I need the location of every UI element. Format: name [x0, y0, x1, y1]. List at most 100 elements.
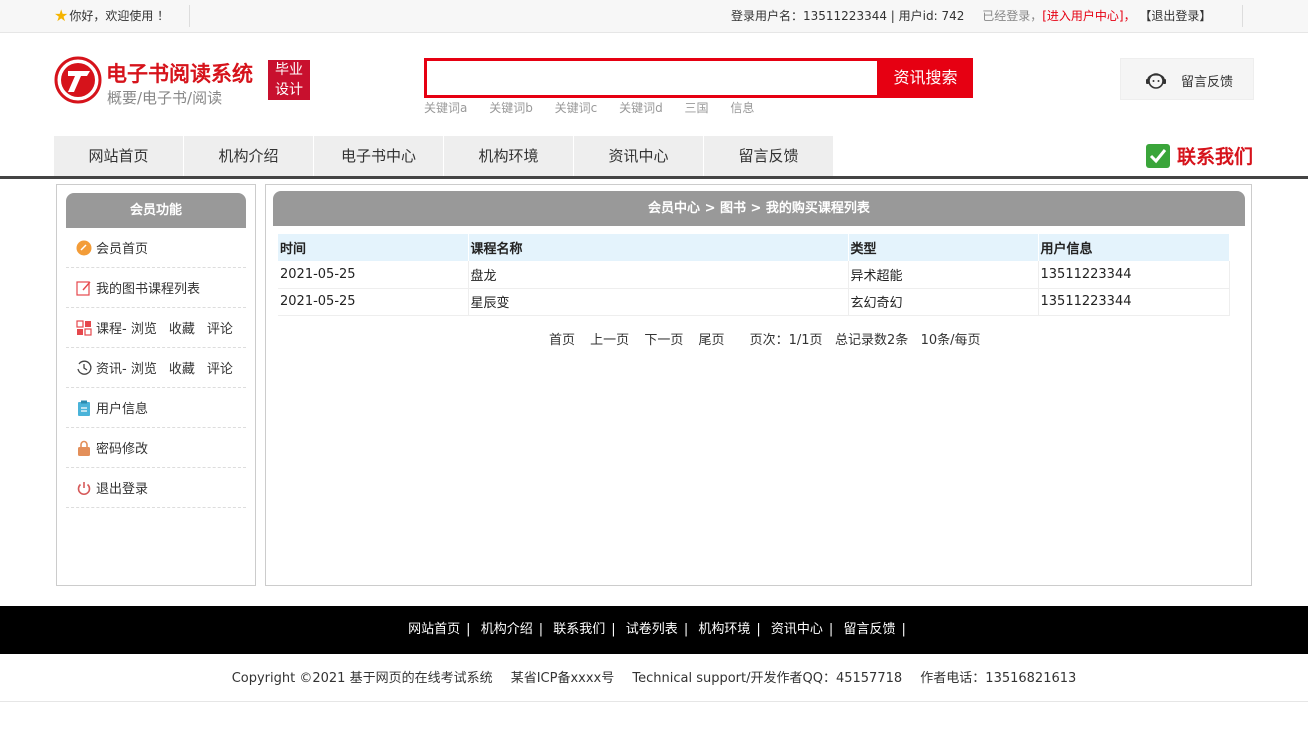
sidebar-item-password[interactable]: 密码修改 [66, 428, 246, 468]
table-row: 2021-05-25 盘龙 异术超能 13511223344 [278, 261, 1230, 289]
logo-icon [54, 56, 102, 104]
sidebar-item-user-info[interactable]: 用户信息 [66, 388, 246, 428]
prev-page-link[interactable]: 上一页 [590, 333, 629, 348]
user-label: 登录用户名：13511223344 | 用户id: 742 [731, 9, 965, 23]
footer-link[interactable]: 资讯中心 [771, 622, 823, 637]
first-page-link[interactable]: 首页 [549, 333, 575, 348]
sidebar-sub-link[interactable]: 评论 [207, 358, 233, 377]
badge-line: 设计 [275, 82, 303, 98]
table-cell: 异术超能 [848, 261, 1039, 289]
grid-icon [76, 319, 92, 336]
table-cell: 2021-05-25 [278, 261, 469, 289]
nav-item-ebooks[interactable]: 电子书中心 [314, 136, 444, 176]
checkmark-icon [1146, 143, 1170, 168]
footer-link[interactable]: 网站首页 [408, 622, 460, 637]
copyright-bar: Copyright ©2021 基于网页的在线考试系统 某省ICP备xxxx号 … [0, 654, 1308, 702]
main-nav: 网站首页 机构介绍 电子书中心 机构环境 资讯中心 留言反馈 [54, 136, 834, 176]
logout-link[interactable]: 【退出登录】 [1139, 9, 1211, 23]
nav-item-about[interactable]: 机构介绍 [184, 136, 314, 176]
last-page-link[interactable]: 尾页 [698, 333, 724, 348]
lock-icon [78, 440, 90, 456]
table-cell: 13511223344 [1038, 288, 1230, 316]
keyword-link[interactable]: 关键词d [619, 101, 663, 115]
badge-line: 毕业 [275, 62, 303, 78]
sidebar-item-label: 退出登录 [96, 482, 149, 497]
footer-link[interactable]: 机构环境 [698, 622, 750, 637]
sidebar-item-member-home[interactable]: 会员首页 [66, 228, 246, 268]
edit-icon [76, 280, 91, 296]
sidebar-item-label: 会员首页 [96, 242, 149, 257]
footer-link[interactable]: 机构介绍 [481, 622, 533, 637]
footer-link[interactable]: 联系我们 [553, 622, 605, 637]
footer-nav: 网站首页 | 机构介绍 | 联系我们 | 试卷列表 | 机构环境 | 资讯中心 | 留言反馈… [0, 606, 1308, 654]
sidebar-sub-link[interactable]: 评论 [207, 318, 233, 337]
nav-item-environment[interactable]: 机构环境 [444, 136, 574, 176]
icp-text: 某省ICP备xxxx号 [510, 671, 615, 686]
breadcrumb: 会员中心 > 图书 > 我的购买课程列表 [273, 191, 1245, 226]
purchase-table: 时间 课程名称 类型 用户信息 2021-05-25 盘龙 异术超能 13511… [278, 234, 1230, 316]
table-cell: 玄幻奇幻 [848, 288, 1039, 316]
support-text: Technical support/开发作者QQ：45157718 [632, 671, 903, 686]
star-icon: ★ [54, 5, 69, 25]
site-title: 电子书阅读系统 [106, 62, 253, 86]
search-input[interactable] [427, 61, 877, 95]
contact-us-link[interactable]: 联系我们 [1145, 142, 1253, 169]
footer-link[interactable]: 试卷列表 [626, 622, 678, 637]
divider [1242, 5, 1243, 27]
column-header: 用户信息 [1038, 234, 1230, 261]
page-info: 页次：1/1页 总记录数2条 10条/每页 [749, 333, 981, 348]
welcome-text: 你好，欢迎使用 ！ [69, 9, 170, 23]
nav-item-feedback[interactable]: 留言反馈 [704, 136, 834, 176]
power-icon [77, 481, 91, 495]
graduation-badge: 毕业 设计 [268, 60, 310, 100]
welcome-message: ★ 你好，欢迎使用 ！ [54, 7, 169, 24]
column-header: 时间 [278, 234, 469, 261]
nav-item-home[interactable]: 网站首页 [54, 136, 184, 176]
divider [189, 5, 190, 27]
sidebar-item-label: 用户信息 [96, 402, 149, 417]
sidebar-item-logout[interactable]: 退出登录 [66, 468, 246, 508]
keyword-link[interactable]: 信息 [730, 101, 754, 115]
home-icon [76, 240, 92, 255]
table-cell: 13511223344 [1038, 261, 1230, 289]
login-status: 已经登录， [982, 9, 1043, 23]
column-header: 类型 [848, 234, 1039, 261]
sidebar-sub-link[interactable]: 收藏 [169, 358, 195, 377]
nav-divider [0, 176, 1308, 179]
history-icon [77, 360, 92, 375]
copyright-text: Copyright ©2021 基于网页的在线考试系统 [231, 671, 493, 686]
sidebar-title: 会员功能 [66, 193, 246, 228]
table-cell: 2021-05-25 [278, 288, 469, 316]
main-panel: 会员中心 > 图书 > 我的购买课程列表 时间 课程名称 类型 用户信息 202… [265, 184, 1252, 586]
keyword-link[interactable]: 关键词a [424, 101, 467, 115]
next-page-link[interactable]: 下一页 [644, 333, 683, 348]
keyword-link[interactable]: 三国 [685, 101, 709, 115]
contact-us-label: 联系我们 [1177, 146, 1254, 168]
customer-service-icon [1146, 73, 1166, 89]
site-subtitle: 概要/电子书/阅读 [107, 89, 223, 107]
sidebar-item-label: 课程- 浏览 [96, 322, 157, 337]
enter-user-center-link[interactable]: [进入用户中心]， [1042, 9, 1135, 23]
member-sidebar: 会员功能 会员首页 我的图书课程列表 课程- 浏览 收藏 评论 资讯- 浏览 收… [56, 184, 256, 586]
search-box [424, 58, 880, 98]
pagination: 首页 上一页 下一页 尾页 页次：1/1页 总记录数2条 10条/每页 [549, 329, 992, 348]
sidebar-sub-link[interactable]: 收藏 [169, 318, 195, 337]
footer-link[interactable]: 留言反馈 [843, 622, 895, 637]
keyword-link[interactable]: 关键词b [489, 101, 533, 115]
table-cell: 盘龙 [468, 261, 849, 289]
keyword-link[interactable]: 关键词c [555, 101, 598, 115]
table-row: 2021-05-25 星辰变 玄幻奇幻 13511223344 [278, 288, 1230, 316]
sidebar-item-news[interactable]: 资讯- 浏览 收藏 评论 [66, 348, 246, 388]
sidebar-item-label: 资讯- 浏览 [96, 362, 157, 377]
nav-item-news[interactable]: 资讯中心 [574, 136, 704, 176]
sidebar-item-label: 密码修改 [96, 442, 149, 457]
clipboard-icon [78, 400, 90, 416]
sidebar-item-my-books[interactable]: 我的图书课程列表 [66, 268, 246, 308]
feedback-button[interactable]: 留言反馈 [1120, 58, 1254, 100]
sidebar-item-label: 我的图书课程列表 [96, 282, 201, 297]
sidebar-item-courses[interactable]: 课程- 浏览 收藏 评论 [66, 308, 246, 348]
search-button[interactable]: 资讯搜索 [878, 58, 973, 98]
keyword-list: 关键词a 关键词b 关键词c 关键词d 三国 信息 [424, 99, 772, 116]
table-cell: 星辰变 [468, 288, 849, 316]
phone-text: 作者电话：13516821613 [920, 671, 1077, 686]
